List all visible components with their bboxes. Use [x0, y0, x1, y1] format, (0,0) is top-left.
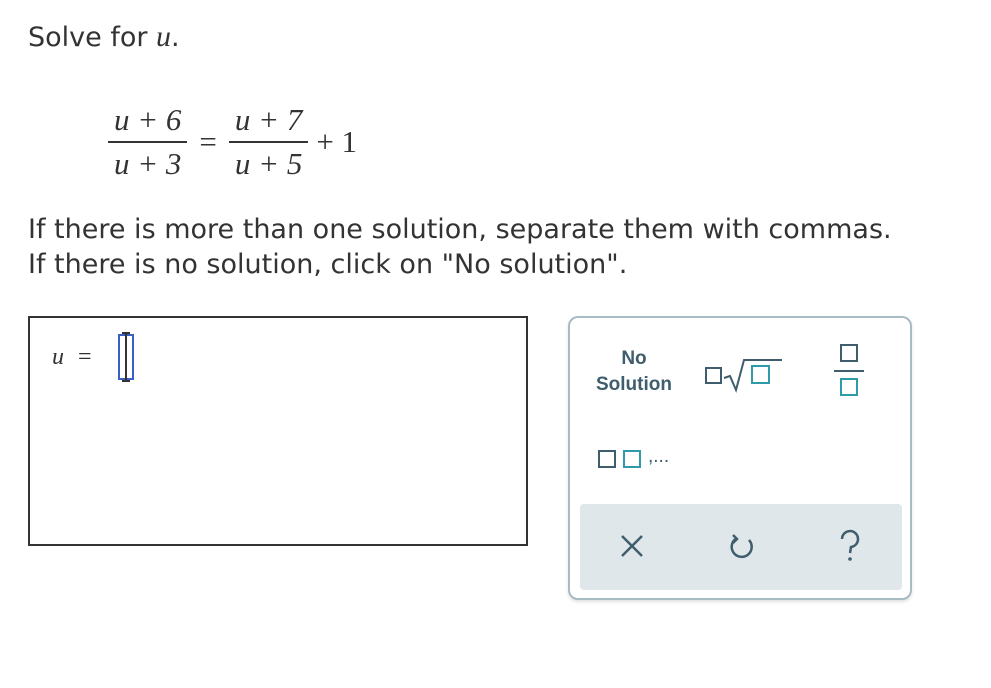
list-button[interactable]: ,... — [598, 446, 678, 476]
text-cursor — [122, 332, 130, 382]
no-solution-label-2: Solution — [596, 374, 672, 395]
list-icon — [598, 450, 616, 468]
equation: u + 6 u + 3 = u + 7 u + 5 + 1 — [108, 92, 369, 192]
fraction-icon-bottom — [840, 378, 858, 396]
nth-root-icon — [705, 359, 782, 394]
undo-icon — [730, 534, 753, 559]
help-icon — [840, 529, 860, 561]
instructions: If there is more than one solution, sepa… — [28, 212, 892, 282]
list-icon-second — [623, 450, 641, 468]
answer-label: u = — [52, 344, 92, 371]
help-button[interactable] — [830, 526, 870, 566]
fraction-icon — [834, 370, 864, 372]
no-solution-label-1: No — [621, 348, 647, 369]
instruction-line-1: If there is more than one solution, sepa… — [28, 214, 892, 245]
rhs-denominator: u + 5 — [234, 146, 303, 181]
nth-root-button[interactable] — [704, 354, 784, 394]
rhs-extra-term: + 1 — [316, 124, 358, 159]
answer-equals: = — [78, 344, 92, 370]
instruction-line-2: If there is no solution, click on "No so… — [28, 249, 628, 280]
lhs-fraction: u + 6 u + 3 — [108, 101, 188, 183]
no-solution-button[interactable]: No Solution — [586, 346, 682, 398]
answer-input[interactable] — [118, 332, 134, 382]
equals-sign: = — [199, 124, 217, 159]
action-bar — [580, 504, 902, 590]
answer-area[interactable]: u = — [28, 316, 528, 546]
lhs-denominator: u + 3 — [114, 146, 182, 181]
undo-button[interactable] — [722, 526, 762, 566]
clear-button[interactable] — [612, 526, 652, 566]
prompt-variable: u — [156, 20, 172, 53]
prompt-suffix: . — [171, 22, 180, 53]
prompt-text: Solve for — [28, 22, 157, 53]
rhs-numerator: u + 7 — [228, 101, 309, 143]
rhs-fraction: u + 7 u + 5 — [228, 101, 309, 183]
fraction-icon-top — [840, 344, 858, 362]
list-ellipsis: ,... — [648, 446, 670, 467]
math-toolbox: No Solution ,... — [568, 316, 912, 600]
clear-icon — [621, 535, 643, 557]
question-prompt: Solve for u. — [28, 20, 180, 54]
lhs-numerator: u + 6 — [108, 101, 188, 143]
answer-variable: u — [52, 344, 64, 370]
fraction-button[interactable] — [834, 344, 864, 398]
